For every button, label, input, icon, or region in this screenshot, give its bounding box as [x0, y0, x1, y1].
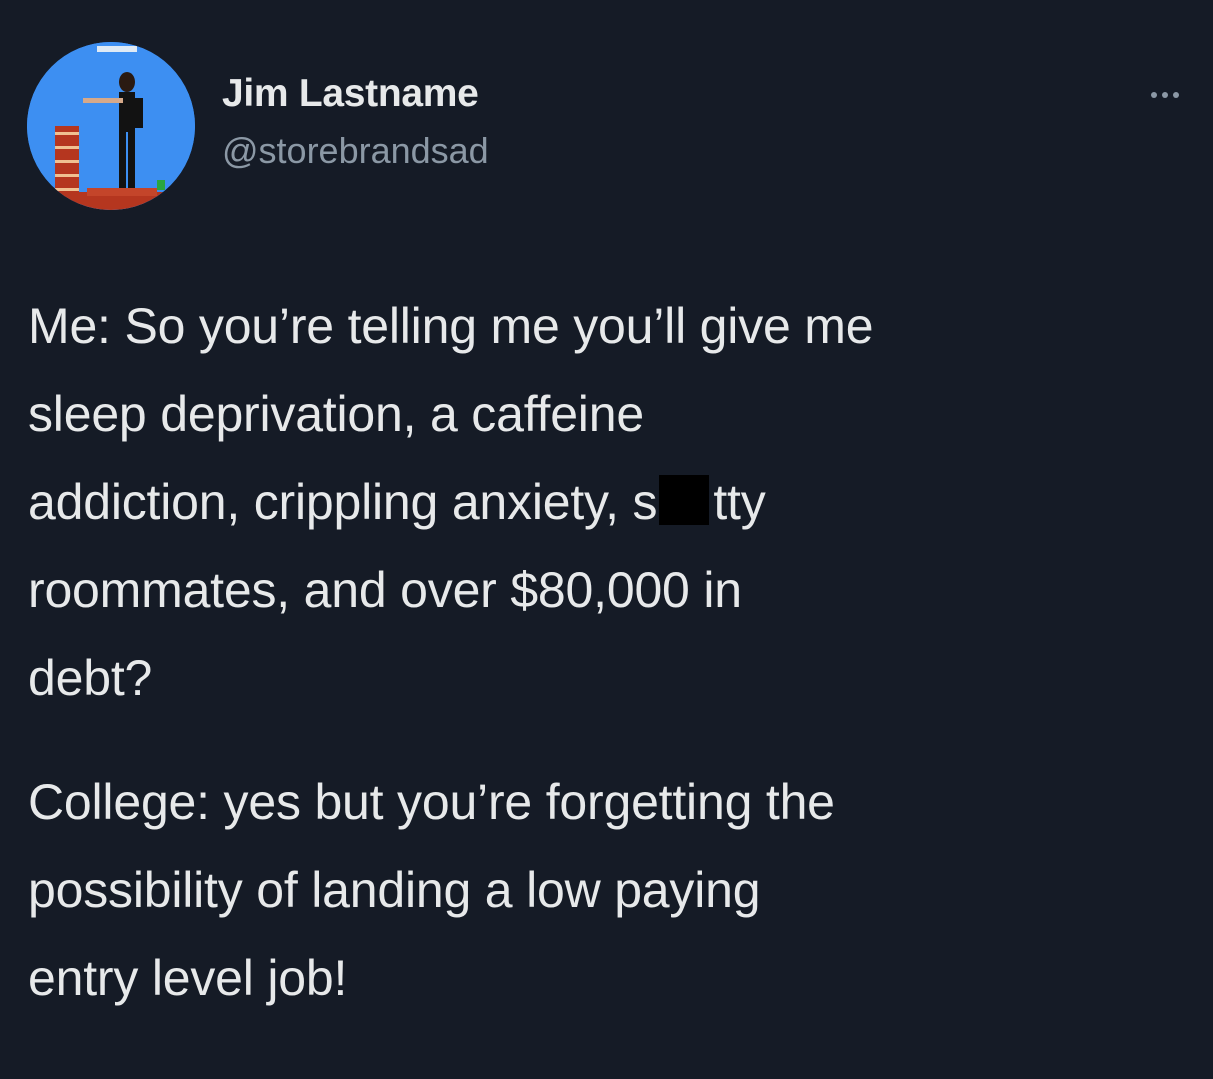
tweet-line: roommates, and over $80,000 in [28, 562, 742, 618]
tweet-text-paragraph: Me: So you’re telling me you’ll give me … [28, 282, 1198, 722]
author-display-name[interactable]: Jim Lastname [222, 72, 479, 116]
more-options-icon [1151, 92, 1157, 98]
tweet-line: addiction, crippling anxiety, s tty [28, 458, 1198, 546]
avatar[interactable] [27, 42, 195, 210]
tweet-line: sleep deprivation, a caffeine [28, 386, 644, 442]
profile-photo-icon [27, 42, 195, 210]
more-options-button[interactable] [1138, 80, 1192, 110]
tweet-text-paragraph: College: yes but you’re forgetting the p… [28, 758, 1198, 1022]
tweet-card: Jim Lastname @storebrandsad Me: So you’r… [0, 0, 1213, 1079]
tweet-line: entry level job! [28, 950, 348, 1006]
tweet-line-segment: tty [713, 474, 766, 530]
tweet-line-segment: addiction, crippling anxiety, s [28, 474, 658, 530]
more-options-icon-dot [1173, 92, 1179, 98]
tweet-line: Me: So you’re telling me you’ll give me [28, 298, 874, 354]
tweet-line: debt? [28, 650, 153, 706]
redaction-box [659, 475, 710, 525]
tweet-line: possibility of landing a low paying [28, 862, 761, 918]
author-handle[interactable]: @storebrandsad [222, 130, 489, 172]
tweet-line: College: yes but you’re forgetting the [28, 774, 835, 830]
more-options-icon-dot [1162, 92, 1168, 98]
